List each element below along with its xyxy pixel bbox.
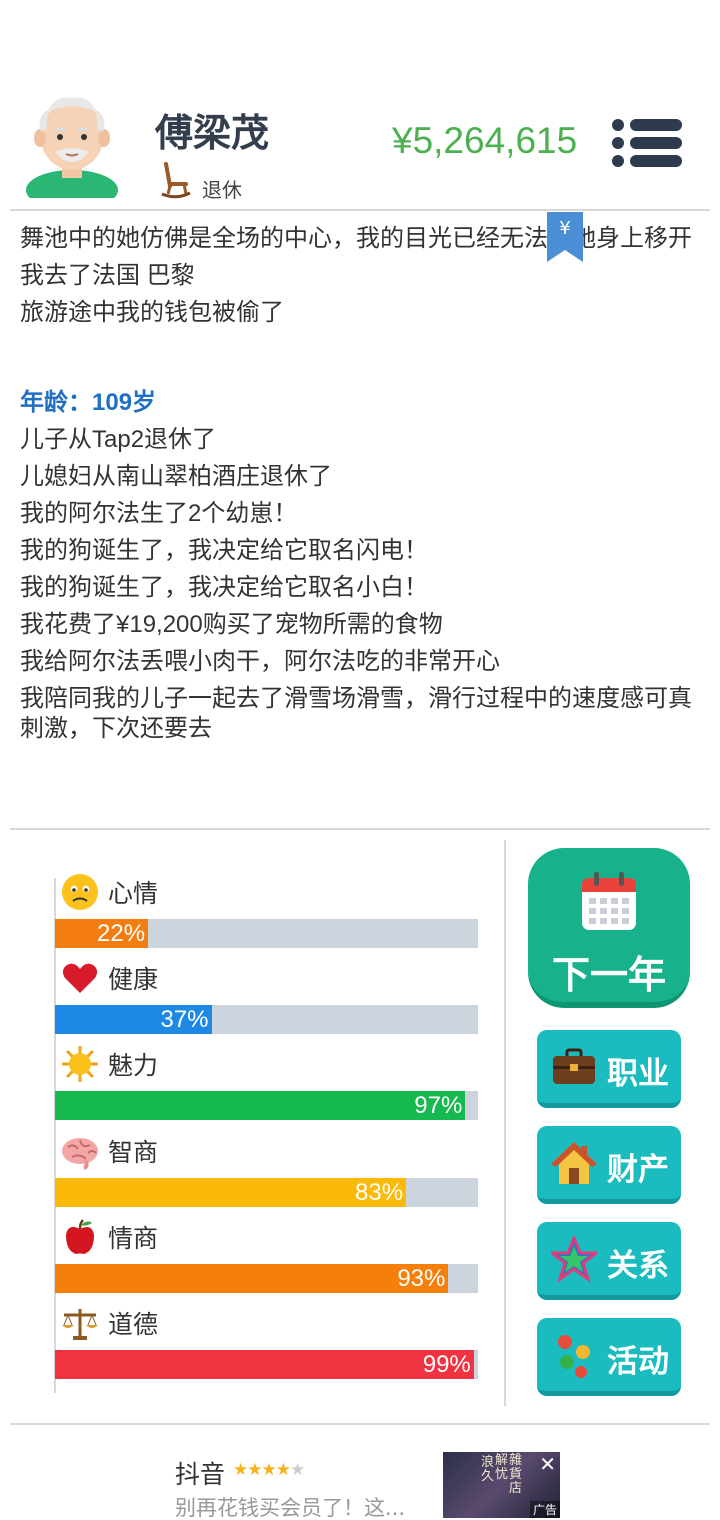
avatar[interactable] [22,90,122,198]
stat-bar-fill: 99% [55,1350,474,1379]
log-entry: 旅游途中我的钱包被偷了 [20,299,284,326]
career-button[interactable]: 职业 [537,1030,681,1108]
next-year-button[interactable]: 下一年 [528,848,690,1008]
log-entry: 我花费了¥19,200购买了宠物所需的食物 [20,611,443,638]
star-icon: ★ [275,1460,291,1480]
stat-bar: 22% [55,919,478,948]
stat-percent: 83% [355,1179,404,1206]
stat-bar-fill: 37% [55,1005,212,1034]
log-entry: 我的阿尔法生了2个幼崽！ [20,500,298,527]
calendar-icon [582,872,636,930]
ad-divider [10,1423,710,1425]
activity-dots-icon [558,1335,590,1378]
ad-thumb-text: 浪 [481,1455,495,1470]
close-icon[interactable]: ✕ [539,1454,556,1474]
apple-icon [66,1219,94,1254]
log-entry: 我陪同我的儿子一起去了滑雪场滑雪，滑行过程中的速度感可真刺激，下次还要去 [20,685,692,742]
star-icon: ★ [247,1460,262,1480]
stat-bar-fill: 97% [55,1091,466,1120]
stat-label: 情商 [108,1224,159,1253]
svg-text:¥: ¥ [559,218,570,239]
money-balance: ¥5,264,615 [392,120,578,161]
stat-label: 道德 [108,1310,159,1339]
age-heading: 年龄：109岁 [20,389,157,416]
scales-icon [62,1309,98,1340]
relations-label: 关系 [607,1248,669,1284]
stat-bar: 83% [55,1178,478,1207]
stat-label: 健康 [108,965,159,994]
sun-icon [62,1046,98,1082]
stat-bar-fill: 22% [55,919,149,948]
ad-thumb-text: 雜 [509,1453,523,1468]
stat-bar: 99% [55,1350,478,1379]
menu-button[interactable] [612,115,684,171]
heart-icon [62,963,98,993]
stat-label: 魅力 [108,1051,159,1080]
worried-face-icon [62,874,98,910]
ad-description[interactable]: 别再花钱买会员了！这... [175,1492,405,1520]
star-icon [551,1236,597,1282]
ad-thumb-text: 貨 [509,1467,523,1482]
stat-percent: 93% [397,1265,446,1292]
ad-rating: ★★★★★ [233,1460,305,1480]
stat-percent: 37% [160,1006,209,1033]
brain-icon [62,1138,98,1170]
ad-badge: 广告 [529,1501,560,1518]
log-entry: 我给阿尔法丢喂小肉干，阿尔法吃的非常开心 [20,648,500,675]
ad-thumb-text: 忧 [495,1467,509,1482]
log-entry: 我的狗诞生了，我决定给它取名闪电！ [20,537,428,564]
character-name: 傅梁茂 [155,111,270,155]
star-icon: ★ [233,1460,248,1480]
ad-thumb-text: 解 [495,1453,509,1468]
stat-bar: 97% [55,1091,478,1120]
log-divider [10,828,710,830]
stat-percent: 99% [422,1351,471,1378]
panel-divider [504,840,506,1406]
money-bookmark-icon[interactable]: ¥ [547,212,583,262]
header-divider [10,209,710,211]
stat-label: 智商 [108,1138,159,1167]
log-entry: 儿子从Tap2退休了 [20,426,217,453]
stat-bar-fill: 93% [55,1264,449,1293]
house-icon [551,1142,597,1184]
activities-button[interactable]: 活动 [537,1318,681,1396]
ad-thumb-text: 久 [481,1469,495,1484]
assets-label: 财产 [607,1152,669,1188]
briefcase-icon [553,1048,595,1084]
ad-thumb-text: 店 [509,1481,523,1496]
assets-button[interactable]: 财产 [537,1126,681,1204]
stat-percent: 22% [97,920,146,947]
next-year-label: 下一年 [551,953,666,997]
stat-bar: 93% [55,1264,478,1293]
relations-button[interactable]: 关系 [537,1222,681,1300]
stats-axis [54,878,56,1393]
star-icon: ★ [290,1460,305,1480]
profile-header: 傅梁茂 退休 ¥5,264,615 [0,70,720,210]
stat-bar-fill: 83% [55,1178,407,1207]
rocking-chair-icon [161,162,191,199]
menu-icon [612,119,624,131]
stat-label: 心情 [108,879,159,908]
log-entry: 舞池中的她仿佛是全场的中心，我的目光已经无法从她身上移开 [20,225,692,252]
ad-thumbnail[interactable]: ✕ 广告 浪久解忧雜貨店 [443,1452,560,1518]
activities-label: 活动 [607,1344,669,1380]
log-entry: 我去了法国 巴黎 [20,262,195,289]
status-label: 退休 [202,178,242,202]
star-icon: ★ [261,1460,277,1480]
stat-percent: 97% [414,1092,463,1119]
career-label: 职业 [607,1056,669,1092]
event-log: 舞池中的她仿佛是全场的中心，我的目光已经无法从她身上移开 我去了法国 巴黎 旅游… [20,224,700,824]
log-entry: 我的狗诞生了，我决定给它取名小白！ [20,574,428,601]
ad-title[interactable]: 抖音 [175,1455,225,1491]
log-entry: 儿媳妇从南山翠柏酒庄退休了 [20,463,332,490]
stat-bar: 37% [55,1005,478,1034]
